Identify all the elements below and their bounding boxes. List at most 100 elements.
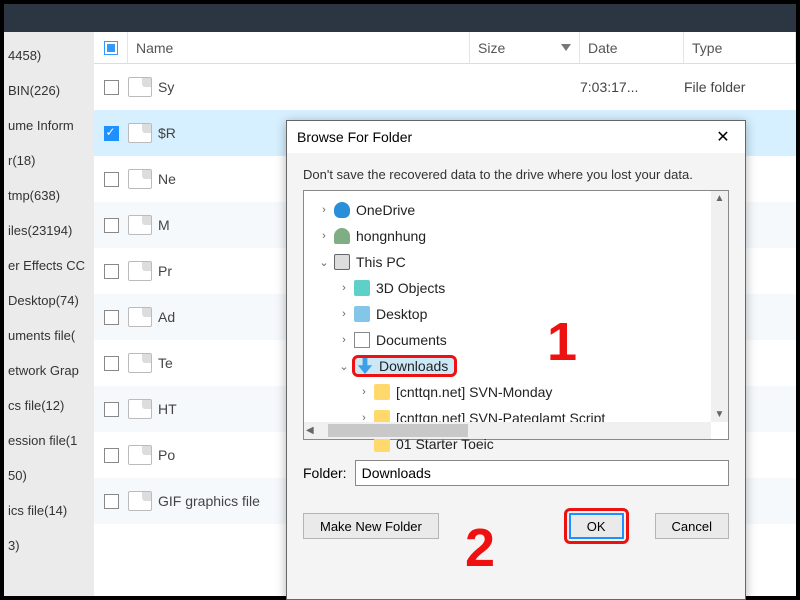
scroll-up-icon[interactable]: ▲ <box>715 193 725 204</box>
folder-icon <box>128 445 152 465</box>
sidebar-item[interactable]: iles(23194) <box>4 213 94 248</box>
folder-sidebar: 4458) BIN(226) ume Inform r(18) tmp(638)… <box>4 32 94 596</box>
row-checkbox[interactable] <box>94 356 128 371</box>
row-checkbox[interactable] <box>94 172 128 187</box>
select-all-checkbox[interactable] <box>94 32 128 63</box>
dialog-message: Don't save the recovered data to the dri… <box>287 153 745 190</box>
row-type: File folder <box>684 79 796 95</box>
tree-label: [cnttqn.net] SVN-Monday <box>396 384 552 400</box>
scroll-down-icon[interactable]: ▼ <box>715 409 725 420</box>
cube-icon <box>354 280 370 296</box>
sidebar-item[interactable]: uments file( <box>4 318 94 353</box>
tree-label: This PC <box>356 254 406 270</box>
dialog-titlebar: Browse For Folder ✕ <box>287 121 745 153</box>
folder-tree: › OneDrive › hongnhung ⌄ This PC › 3D Object… <box>303 190 729 440</box>
close-icon[interactable]: ✕ <box>711 125 735 149</box>
ok-button[interactable]: OK <box>569 513 624 539</box>
sidebar-item[interactable]: 4458) <box>4 38 94 73</box>
tree-label: Documents <box>376 332 447 348</box>
folder-icon <box>374 384 390 400</box>
pc-icon <box>334 254 350 270</box>
sidebar-item[interactable]: cs file(12) <box>4 388 94 423</box>
tree-node-downloads[interactable]: ⌄ Downloads <box>308 353 724 379</box>
chevron-right-icon[interactable]: › <box>356 386 372 398</box>
main-area: 4458) BIN(226) ume Inform r(18) tmp(638)… <box>4 32 796 596</box>
folder-icon <box>128 353 152 373</box>
folder-icon <box>128 215 152 235</box>
chevron-down-icon[interactable]: ⌄ <box>336 360 352 373</box>
row-checkbox[interactable] <box>94 126 128 141</box>
folder-icon <box>128 399 152 419</box>
sidebar-item[interactable]: ics file(14) <box>4 493 94 528</box>
row-checkbox[interactable] <box>94 402 128 417</box>
tree-node-desktop[interactable]: › Desktop <box>308 301 724 327</box>
sidebar-item[interactable]: BIN(226) <box>4 73 94 108</box>
make-new-folder-button[interactable]: Make New Folder <box>303 513 439 539</box>
dialog-title: Browse For Folder <box>297 129 412 145</box>
cloud-icon <box>334 202 350 218</box>
user-icon <box>334 228 350 244</box>
row-checkbox[interactable] <box>94 218 128 233</box>
vertical-scrollbar[interactable]: ▲▼ <box>711 191 728 422</box>
folder-icon <box>128 123 152 143</box>
folder-icon <box>128 491 152 511</box>
tree-label: hongnhung <box>356 228 426 244</box>
file-list-panel: Name Size Date Type Sy 7:03:17...File fol… <box>94 32 796 596</box>
tree-node-user[interactable]: › hongnhung <box>308 223 724 249</box>
folder-icon <box>128 307 152 327</box>
tree-node-documents[interactable]: › Documents <box>308 327 724 353</box>
tree-node-thispc[interactable]: ⌄ This PC <box>308 249 724 275</box>
document-icon <box>354 332 370 348</box>
tree-node-onedrive[interactable]: › OneDrive <box>308 197 724 223</box>
chevron-right-icon[interactable]: › <box>336 334 352 346</box>
row-checkbox[interactable] <box>94 310 128 325</box>
scroll-thumb[interactable] <box>328 424 468 437</box>
sidebar-item[interactable]: 3) <box>4 528 94 563</box>
sidebar-item[interactable]: 50) <box>4 458 94 493</box>
sidebar-item[interactable]: Desktop(74) <box>4 283 94 318</box>
chevron-right-icon[interactable]: › <box>336 282 352 294</box>
column-size-label: Size <box>478 40 505 56</box>
tree-label: Desktop <box>376 306 427 322</box>
sidebar-item[interactable]: r(18) <box>4 143 94 178</box>
sidebar-item[interactable]: ume Inform <box>4 108 94 143</box>
row-checkbox[interactable] <box>94 264 128 279</box>
row-checkbox[interactable] <box>94 80 128 95</box>
folder-label: Folder: <box>303 465 347 481</box>
cancel-button[interactable]: Cancel <box>655 513 729 539</box>
row-checkbox[interactable] <box>94 494 128 509</box>
tree-node-3dobjects[interactable]: › 3D Objects <box>308 275 724 301</box>
chevron-down-icon[interactable]: ⌄ <box>316 256 332 269</box>
ok-highlight: OK <box>564 508 629 544</box>
tree-label: 3D Objects <box>376 280 445 296</box>
tree-label: Downloads <box>379 358 448 374</box>
scroll-left-icon[interactable]: ◀ <box>306 425 314 436</box>
column-type[interactable]: Type <box>684 32 796 63</box>
row-checkbox[interactable] <box>94 448 128 463</box>
chevron-right-icon[interactable]: › <box>316 204 332 216</box>
row-date: 7:03:17... <box>580 79 684 95</box>
sidebar-item[interactable]: ession file(1 <box>4 423 94 458</box>
app-titlebar <box>4 4 796 32</box>
desktop-icon <box>354 306 370 322</box>
tree-node-sub[interactable]: › [cnttqn.net] SVN-Monday <box>308 379 724 405</box>
sidebar-item[interactable]: etwork Grap <box>4 353 94 388</box>
row-name: Sy <box>128 77 470 97</box>
column-header-row: Name Size Date Type <box>94 32 796 64</box>
chevron-right-icon[interactable]: › <box>336 308 352 320</box>
chevron-right-icon[interactable]: › <box>316 230 332 242</box>
horizontal-scrollbar[interactable]: ◀ <box>304 422 711 439</box>
tree-label: OneDrive <box>356 202 415 218</box>
column-date[interactable]: Date <box>580 32 684 63</box>
table-row[interactable]: Sy 7:03:17...File folder <box>94 64 796 110</box>
column-size[interactable]: Size <box>470 32 580 63</box>
browse-folder-dialog: Browse For Folder ✕ Don't save the recov… <box>286 120 746 600</box>
sidebar-item[interactable]: tmp(638) <box>4 178 94 213</box>
folder-icon <box>128 261 152 281</box>
sidebar-item[interactable]: er Effects CC <box>4 248 94 283</box>
folder-icon <box>128 169 152 189</box>
download-icon <box>357 358 373 374</box>
column-name[interactable]: Name <box>128 32 470 63</box>
folder-input[interactable] <box>355 460 729 486</box>
sort-desc-icon <box>561 44 571 51</box>
